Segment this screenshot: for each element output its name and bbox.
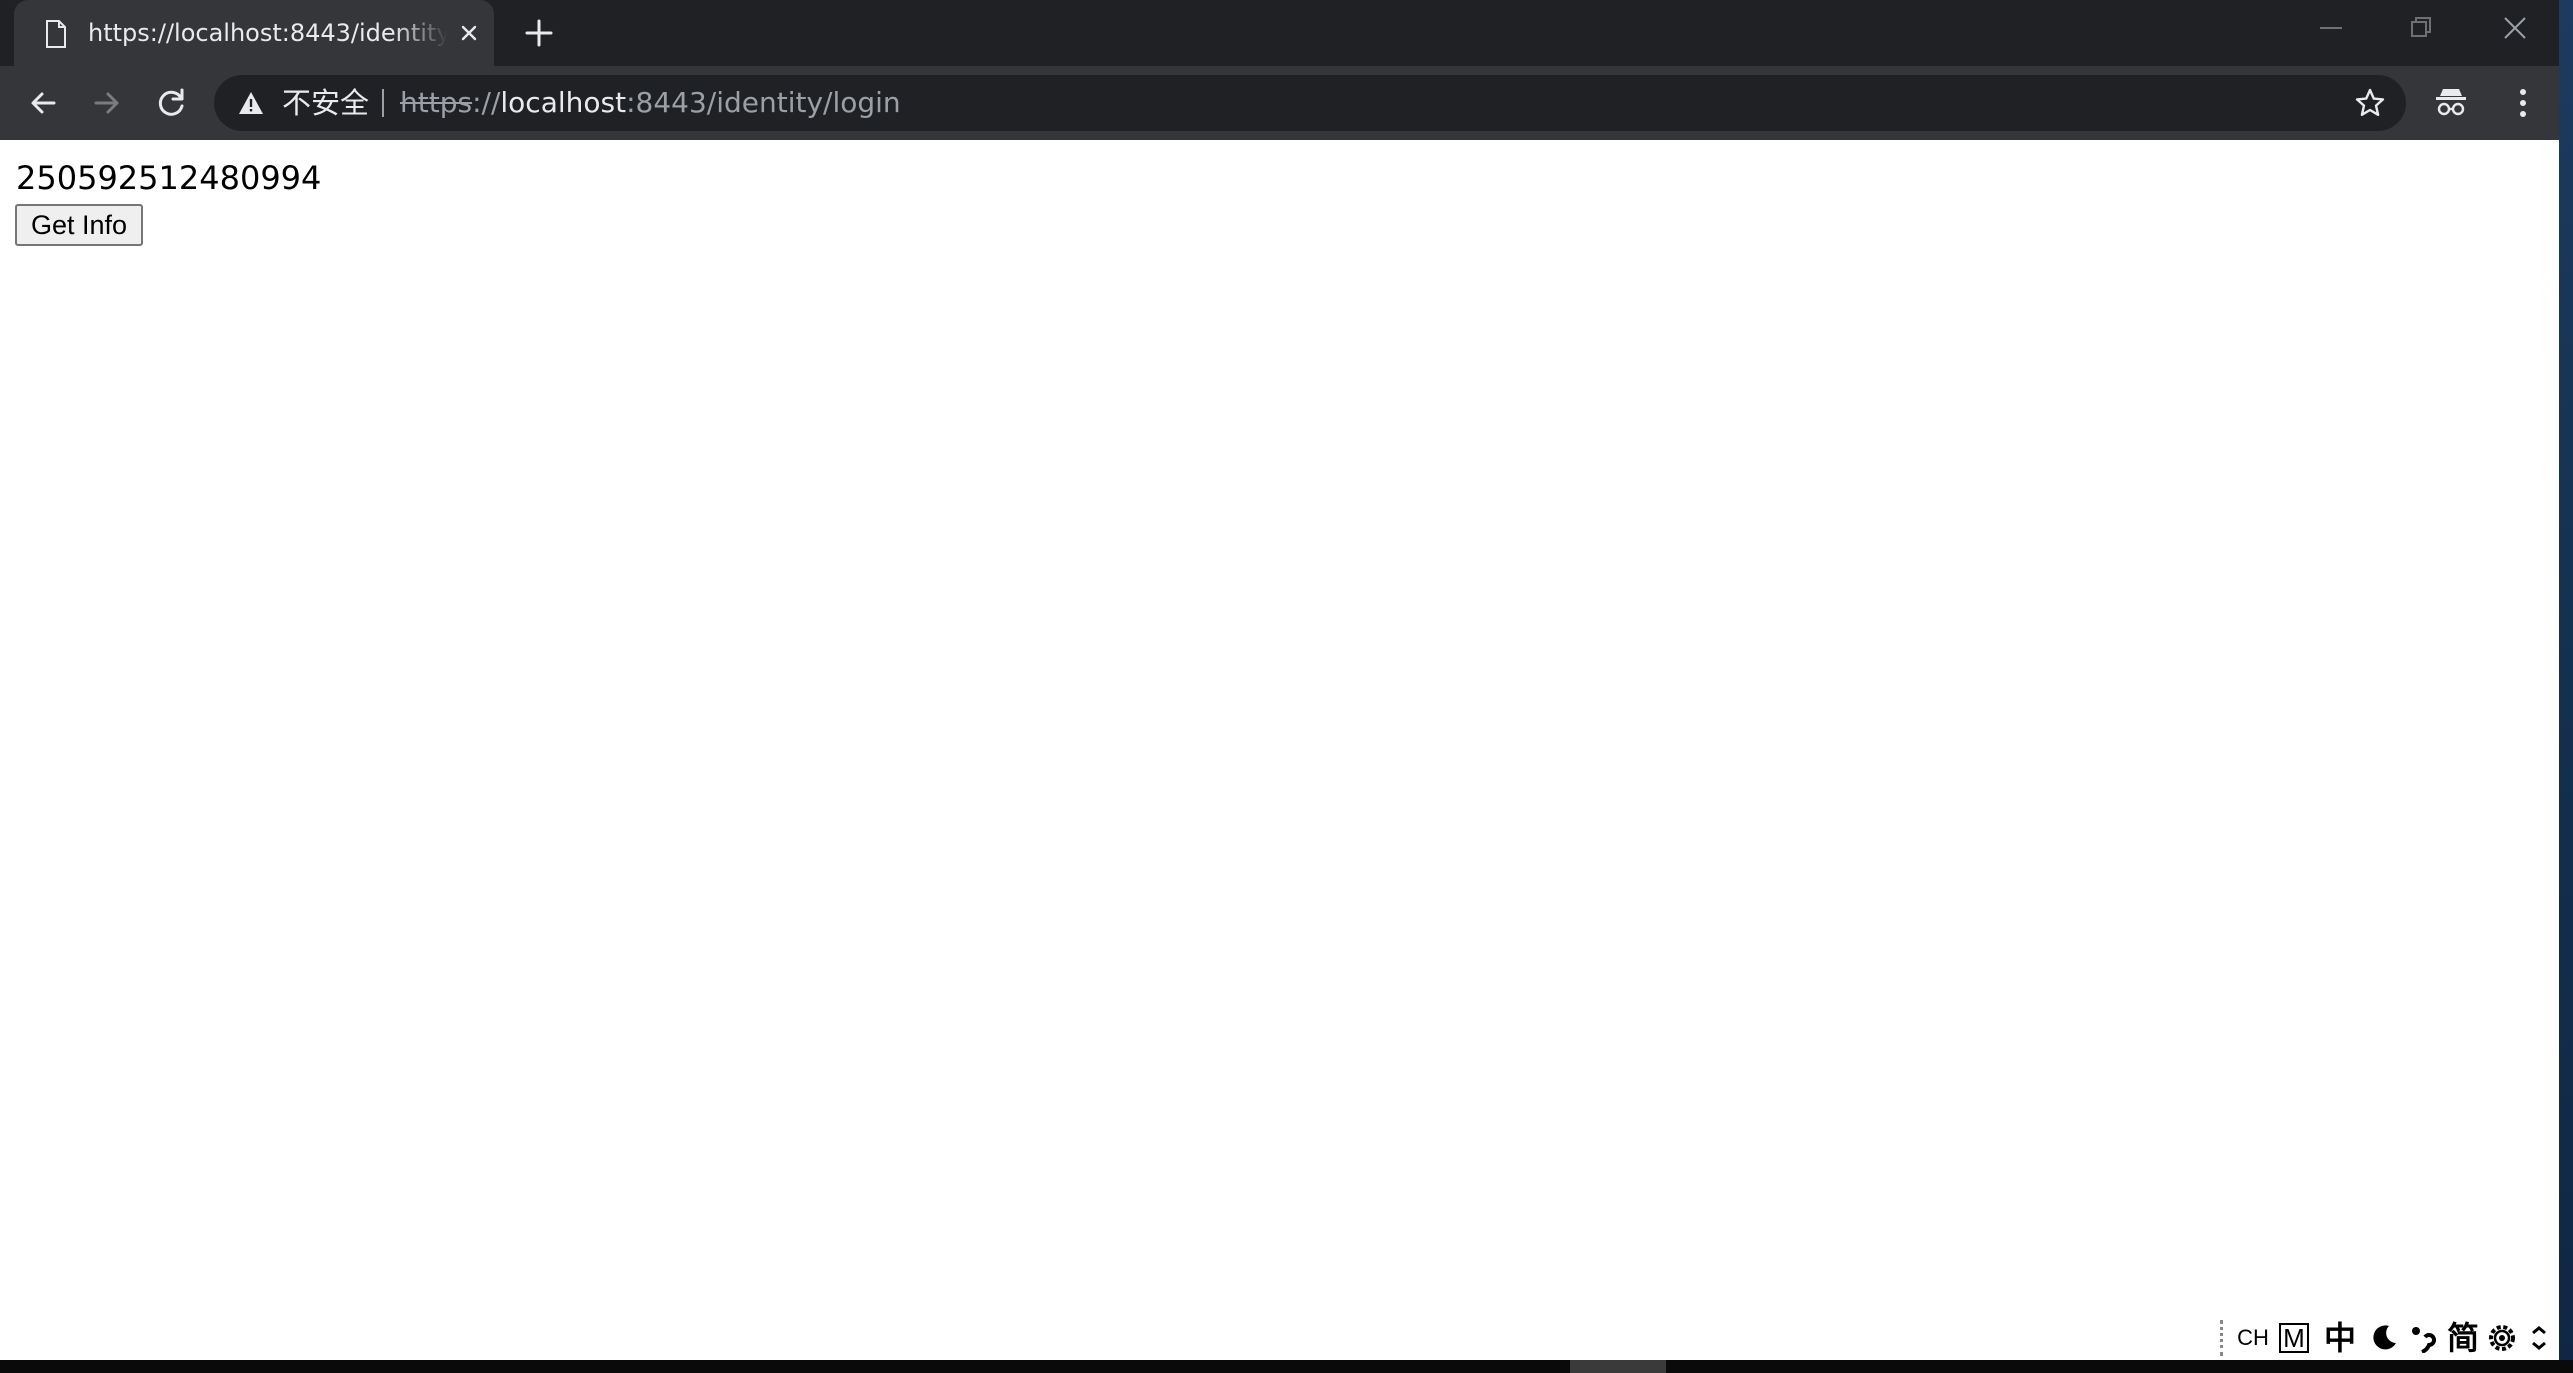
desktop-background <box>2559 0 2573 1373</box>
browser-toolbar: 不安全 https://localhost:8443/identity/logi… <box>0 66 2559 140</box>
url-path: :8443/identity/login <box>626 86 901 119</box>
url-separator: :// <box>472 86 501 119</box>
ime-more[interactable] <box>2522 1318 2556 1358</box>
ime-grip-handle[interactable] <box>2220 1320 2226 1356</box>
reload-icon[interactable] <box>150 82 192 124</box>
arrow-right-icon[interactable] <box>86 82 128 124</box>
url-text[interactable]: https://localhost:8443/identity/login <box>400 85 901 121</box>
plus-icon[interactable] <box>522 16 556 50</box>
more-icon <box>2532 1326 2546 1350</box>
more-vert-icon[interactable] <box>2504 84 2542 122</box>
ime-mode-label: M <box>2279 1323 2309 1353</box>
ime-settings[interactable] <box>2482 1318 2522 1358</box>
restore-icon[interactable] <box>2396 8 2446 48</box>
tab-active[interactable]: https://localhost:8443/identity/login <box>14 0 494 66</box>
minimize-icon[interactable] <box>2306 8 2356 48</box>
moon-icon <box>2373 1325 2396 1350</box>
window-close-icon[interactable] <box>2490 8 2540 48</box>
close-icon[interactable] <box>454 18 484 48</box>
ime-script-toggle[interactable]: 简 <box>2442 1318 2484 1358</box>
url-host: localhost <box>500 86 627 119</box>
page-icon <box>46 20 66 48</box>
omnibox-divider <box>382 89 384 117</box>
ime-mode[interactable]: M <box>2278 1318 2310 1358</box>
ime-toolbar: CH M 中 简 <box>2220 1316 2559 1360</box>
tab-strip: https://localhost:8443/identity/login <box>0 0 2559 66</box>
taskbar-button[interactable] <box>1570 1360 1666 1373</box>
ime-input-mode[interactable]: 中 <box>2320 1318 2360 1358</box>
incognito-icon[interactable] <box>2432 84 2470 122</box>
warning-icon[interactable] <box>238 91 264 115</box>
star-icon[interactable] <box>2354 87 2386 119</box>
tab-title: https://localhost:8443/identity/login <box>88 19 448 47</box>
security-label[interactable]: 不安全 <box>282 85 369 121</box>
url-scheme: https <box>400 86 473 119</box>
ime-punctuation-toggle[interactable] <box>2402 1318 2442 1358</box>
address-bar[interactable]: 不安全 https://localhost:8443/identity/logi… <box>214 75 2406 131</box>
punctuation-icon <box>2412 1327 2436 1354</box>
browser-window: https://localhost:8443/identity/login <box>0 0 2559 1360</box>
page-content: 250592512480994 Get Info <box>0 140 2559 1360</box>
taskbar <box>0 1360 2573 1373</box>
ime-language[interactable]: CH <box>2234 1318 2272 1358</box>
get-info-button[interactable]: Get Info <box>15 204 144 246</box>
ime-width-toggle[interactable] <box>2364 1318 2404 1358</box>
arrow-left-icon[interactable] <box>22 82 64 124</box>
gear-icon <box>2489 1325 2515 1351</box>
page-number-text: 250592512480994 <box>16 159 322 197</box>
